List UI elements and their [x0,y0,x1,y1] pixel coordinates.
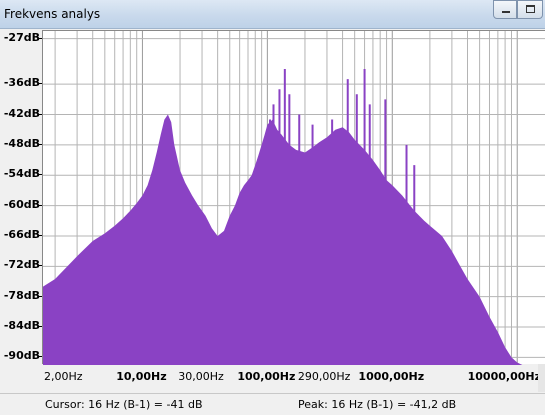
status-bar: Cursor: 16 Hz (B-1) = -41 dB Peak: 16 Hz… [0,393,545,415]
y-tick-label: -84dB [3,319,40,333]
y-tick-label: -72dB [3,258,40,272]
x-tick-label: 2,00Hz [44,370,83,383]
maximize-icon [526,5,535,13]
x-tick-label: 10,00Hz [116,370,167,383]
title-bar: Frekvens analys [0,0,545,29]
spectrum-plot[interactable] [42,30,545,365]
x-tick-label: 10000,00Hz [467,370,541,383]
y-tick-label: -42dB [3,106,40,120]
minimize-button[interactable] [493,0,517,19]
y-tick-label: -66dB [3,227,40,241]
vertical-scrollbar[interactable] [538,364,545,392]
x-tick-label: 30,00Hz [178,370,224,383]
x-tick-label: 1000,00Hz [358,370,425,383]
window-title: Frekvens analys [4,7,101,21]
y-tick-label: -54dB [3,167,40,181]
y-tick-label: -78dB [3,288,40,302]
maximize-button[interactable] [517,0,543,19]
peak-readout: Peak: 16 Hz (B-1) = -41,2 dB [298,398,457,411]
minimize-icon [502,11,510,13]
y-tick-label: -36dB [3,76,40,90]
cursor-readout: Cursor: 16 Hz (B-1) = -41 dB [45,398,203,411]
y-tick-label: -60dB [3,197,40,211]
spectrum-chart [43,31,545,365]
x-tick-label: 100,00Hz [237,370,296,383]
x-tick-label: 290,00Hz [297,370,351,383]
y-tick-label: -90dB [3,349,40,363]
y-tick-label: -48dB [3,136,40,150]
y-tick-label: -27dB [3,30,40,44]
